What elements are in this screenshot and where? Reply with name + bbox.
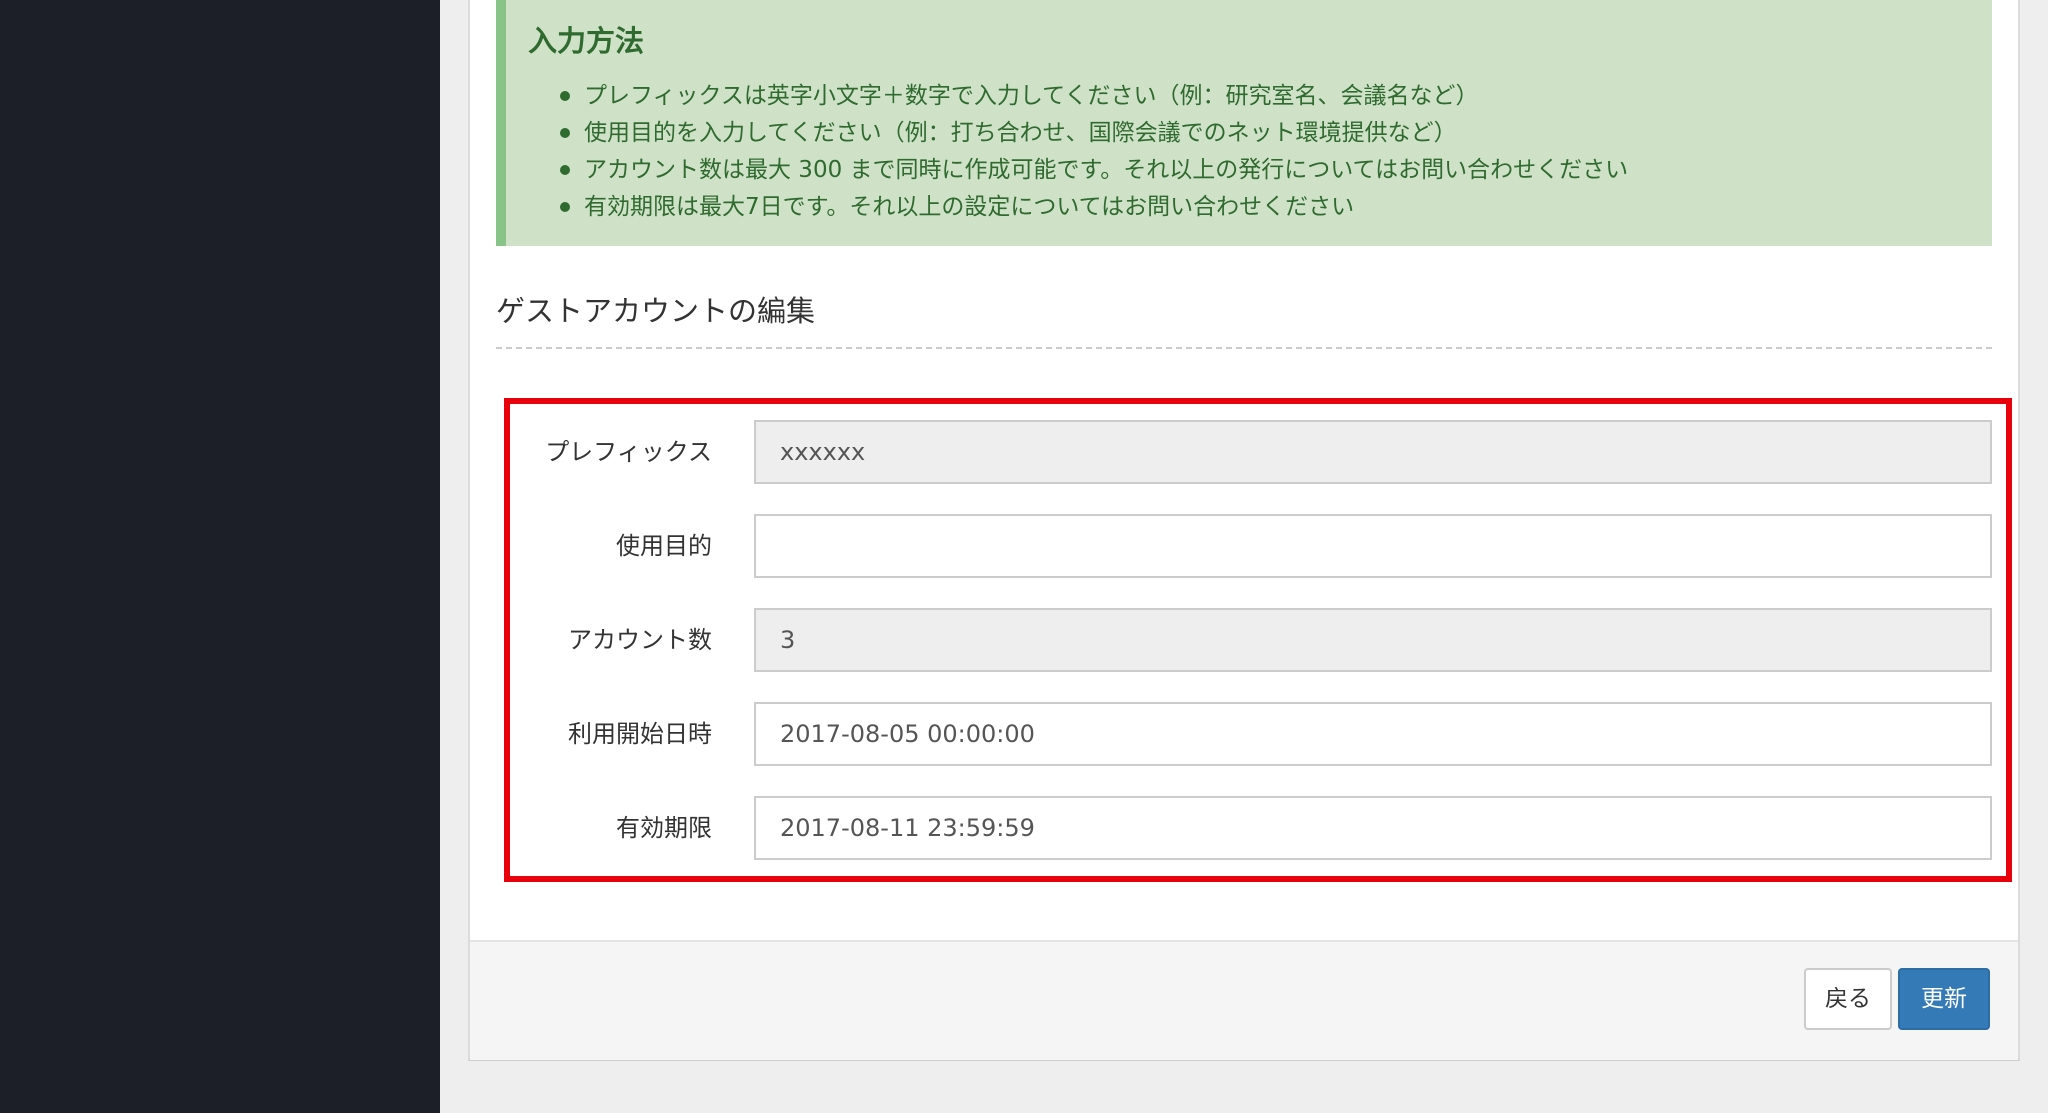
instruction-item: プレフィックスは英字小文字＋数字で入力してください（例：研究室名、会議名など） (559, 78, 1628, 115)
form-row-expiry: 有効期限 (510, 796, 2000, 860)
back-button[interactable]: 戻る (1804, 968, 1892, 1030)
instructions-title: 入力方法 (528, 24, 645, 58)
prefix-input[interactable] (754, 420, 1992, 484)
form-row-purpose: 使用目的 (510, 514, 2000, 578)
prefix-label: プレフィックス (545, 438, 712, 466)
sidebar (0, 0, 440, 1113)
form-row-start-datetime: 利用開始日時 (510, 702, 2000, 766)
form-row-prefix: プレフィックス (510, 420, 2000, 484)
form-footer (470, 940, 2018, 1060)
instructions-callout: 入力方法 プレフィックスは英字小文字＋数字で入力してください（例：研究室名、会議… (496, 0, 1992, 246)
expiry-label: 有効期限 (616, 814, 712, 842)
instruction-item: 使用目的を入力してください（例：打ち合わせ、国際会議でのネット環境提供など） (559, 115, 1628, 152)
section-divider (496, 347, 1992, 349)
purpose-label: 使用目的 (616, 532, 712, 560)
account-count-label: アカウント数 (568, 626, 712, 654)
instruction-item: アカウント数は最大 300 まで同時に作成可能です。それ以上の発行についてはお問… (559, 152, 1628, 189)
start-datetime-input[interactable] (754, 702, 1992, 766)
section-title: ゲストアカウントの編集 (496, 294, 816, 328)
account-count-input[interactable] (754, 608, 1992, 672)
update-button[interactable]: 更新 (1898, 968, 1990, 1030)
form-row-account-count: アカウント数 (510, 608, 2000, 672)
expiry-input[interactable] (754, 796, 1992, 860)
purpose-input[interactable] (754, 514, 1992, 578)
start-datetime-label: 利用開始日時 (568, 720, 712, 748)
instructions-list: プレフィックスは英字小文字＋数字で入力してください（例：研究室名、会議名など） … (559, 78, 1628, 226)
instruction-item: 有効期限は最大7日です。それ以上の設定についてはお問い合わせください (559, 189, 1628, 226)
